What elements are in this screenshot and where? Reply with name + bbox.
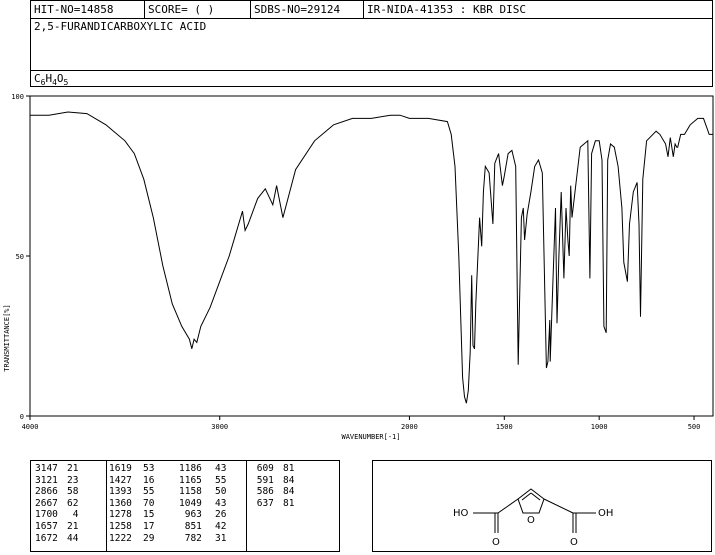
peak-transmittance: 81 xyxy=(283,497,295,509)
peak-transmittance: 31 xyxy=(215,532,227,544)
peak-transmittance: 23 xyxy=(67,474,79,486)
ring-oxygen: O xyxy=(527,515,535,526)
peak-transmittance: 84 xyxy=(283,474,295,486)
peak-wavenumber: 637 xyxy=(251,497,274,509)
sdbs-number: SDBS-NO=29124 xyxy=(254,3,341,16)
peak-wavenumber: 3147 xyxy=(35,463,58,474)
peak-transmittance: 29 xyxy=(143,532,155,544)
structure-panel: HO OH O O O xyxy=(372,460,712,552)
peak-wavenumber: 1700 xyxy=(35,509,58,521)
peak-wavenumber: 1619 xyxy=(109,463,132,474)
x-tick-label: 3000 xyxy=(211,423,228,431)
carbonyl-oxygen-left: O xyxy=(492,537,500,548)
header-separator xyxy=(144,1,145,18)
y-tick-label: 100 xyxy=(11,93,24,101)
peak-wavenumber-column: 3147 3121 2866 2667 1700 1657 1672 xyxy=(35,463,58,544)
bond xyxy=(543,498,574,514)
peak-transmittance-column: 21 23 58 62 4 21 44 xyxy=(67,463,78,544)
compound-name: 2,5-FURANDICARBOXYLIC ACID xyxy=(34,20,207,33)
peak-wavenumber: 1222 xyxy=(109,532,132,544)
double-bond xyxy=(521,492,532,501)
peak-wavenumber: 1158 xyxy=(179,486,202,498)
peak-wavenumber: 1393 xyxy=(109,486,132,498)
ir-nida-info: IR-NIDA-41353 : KBR DISC xyxy=(367,3,526,16)
molecule-structure: HO OH O O O xyxy=(453,488,613,548)
x-axis-label: WAVENUMBER[-1] xyxy=(341,433,400,441)
y-tick-label: 0 xyxy=(20,413,24,421)
header-divider xyxy=(31,18,712,19)
peak-transmittance: 43 xyxy=(215,497,227,509)
peak-transmittance: 17 xyxy=(143,520,155,532)
ir-spectrum-chart: 0 50 100 4000 3000 2000 1500 1000 500 TRANSMITT… xyxy=(3,93,714,441)
header-panel: HIT-NO=14858 SCORE= ( ) SDBS-NO=29124 IR… xyxy=(30,0,713,87)
peak-transmittance: 21 xyxy=(67,520,79,532)
peak-wavenumber: 1049 xyxy=(179,497,202,509)
peak-transmittance: 53 xyxy=(143,463,155,474)
peak-transmittance: 81 xyxy=(283,463,295,474)
x-tick-label: 1000 xyxy=(591,423,608,431)
peak-wavenumber: 1258 xyxy=(109,520,132,532)
peak-transmittance: 55 xyxy=(143,486,155,498)
peak-transmittance: 43 xyxy=(215,463,227,474)
peak-transmittance: 84 xyxy=(283,486,295,498)
table-column-separator xyxy=(246,461,247,551)
peak-wavenumber: 591 xyxy=(251,474,274,486)
spectrum-line xyxy=(30,111,713,404)
peak-transmittance: 50 xyxy=(215,486,227,498)
header-divider xyxy=(31,70,712,71)
bond xyxy=(497,498,519,514)
peak-wavenumber-column: 1186 1165 1158 1049 963 851 782 xyxy=(179,463,202,544)
peak-table: 3147 3121 2866 2667 1700 1657 1672 21 23 58 62 4 21… xyxy=(30,460,340,552)
y-tick-label: 50 xyxy=(16,253,24,261)
peak-transmittance: 62 xyxy=(67,497,79,509)
x-tick-label: 2000 xyxy=(401,423,418,431)
peak-wavenumber-column: 609 591 586 637 xyxy=(251,463,274,509)
peak-wavenumber: 2866 xyxy=(35,486,58,498)
peak-transmittance-column: 81 84 84 81 xyxy=(283,463,294,509)
header-separator xyxy=(363,1,364,18)
peak-transmittance: 21 xyxy=(67,463,79,474)
hydroxyl-right: OH xyxy=(598,508,613,519)
peak-transmittance: 58 xyxy=(67,486,79,498)
peak-wavenumber: 1165 xyxy=(179,474,202,486)
peak-transmittance: 15 xyxy=(143,509,155,521)
peak-transmittance-column: 43 55 50 43 26 42 31 xyxy=(215,463,226,544)
peak-wavenumber: 586 xyxy=(251,486,274,498)
peak-transmittance: 42 xyxy=(215,520,227,532)
peak-wavenumber: 782 xyxy=(179,532,202,544)
peak-wavenumber: 1186 xyxy=(179,463,202,474)
peak-transmittance-column: 53 16 55 70 15 17 29 xyxy=(143,463,154,544)
peak-transmittance: 16 xyxy=(143,474,155,486)
score: SCORE= ( ) xyxy=(148,3,215,16)
peak-wavenumber: 1672 xyxy=(35,532,58,544)
peak-transmittance: 70 xyxy=(143,497,155,509)
peak-wavenumber: 1278 xyxy=(109,509,132,521)
x-tick-label: 500 xyxy=(688,423,701,431)
x-tick-label: 1500 xyxy=(496,423,513,431)
peak-transmittance: 44 xyxy=(67,532,79,544)
carbonyl-oxygen-right: O xyxy=(570,537,578,548)
peak-wavenumber-column: 1619 1427 1393 1360 1278 1258 1222 xyxy=(109,463,132,544)
peak-transmittance: 4 xyxy=(67,509,79,521)
peak-wavenumber: 1657 xyxy=(35,520,58,532)
y-axis-label: TRANSMITTANCE[%] xyxy=(3,304,11,371)
peak-transmittance: 55 xyxy=(215,474,227,486)
double-bond xyxy=(530,492,541,501)
peak-wavenumber: 963 xyxy=(179,509,202,521)
peak-transmittance: 26 xyxy=(215,509,227,521)
peak-wavenumber: 2667 xyxy=(35,497,58,509)
hit-number: HIT-NO=14858 xyxy=(34,3,114,16)
peak-wavenumber: 609 xyxy=(251,463,274,474)
x-tick-label: 4000 xyxy=(22,423,39,431)
peak-wavenumber: 1360 xyxy=(109,497,132,509)
furan-ring xyxy=(517,488,545,514)
peak-wavenumber: 3121 xyxy=(35,474,58,486)
peak-wavenumber: 1427 xyxy=(109,474,132,486)
hydroxyl-left: HO xyxy=(453,508,469,519)
header-separator xyxy=(250,1,251,18)
table-column-separator xyxy=(106,461,107,551)
peak-wavenumber: 851 xyxy=(179,520,202,532)
